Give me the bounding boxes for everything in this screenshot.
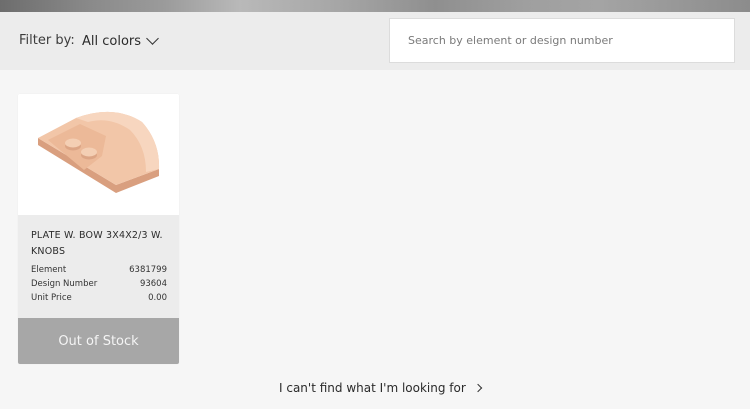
product-info: PLATE W. BOW 3X4X2/3 W. KNOBS Element 63… — [18, 215, 179, 318]
product-name: PLATE W. BOW 3X4X2/3 W. KNOBS — [31, 230, 163, 257]
chevron-right-icon — [473, 383, 483, 393]
color-filter-dropdown[interactable]: All colors — [82, 30, 159, 52]
spec-value: 0.00 — [148, 293, 167, 303]
spec-label: Unit Price — [31, 293, 72, 303]
spec-label: Element — [31, 265, 67, 275]
product-card[interactable]: PLATE W. BOW 3X4X2/3 W. KNOBS Element 63… — [18, 94, 179, 364]
spec-row-design-number: Design Number 93604 — [31, 279, 167, 291]
filter-label: Filter by: — [19, 33, 75, 48]
brick-image-icon — [38, 111, 160, 193]
chevron-down-icon — [146, 32, 159, 45]
spec-row-element: Element 6381799 — [31, 265, 167, 277]
spec-value: 93604 — [139, 279, 167, 289]
spec-value: 6381799 — [129, 265, 167, 275]
product-image — [18, 94, 179, 215]
top-banner-image — [0, 0, 750, 12]
color-filter-value: All colors — [82, 33, 142, 49]
search-box[interactable] — [389, 18, 735, 63]
filter-bar: Filter by: All colors — [0, 12, 750, 70]
search-input[interactable] — [390, 19, 734, 62]
cant-find-link[interactable]: I can't find what I'm looking for — [279, 379, 483, 397]
spec-label: Design Number — [31, 279, 98, 289]
spec-row-unit-price: Unit Price 0.00 — [31, 293, 167, 305]
cant-find-link-text: I can't find what I'm looking for — [279, 381, 466, 395]
out-of-stock-button: Out of Stock — [18, 318, 179, 364]
